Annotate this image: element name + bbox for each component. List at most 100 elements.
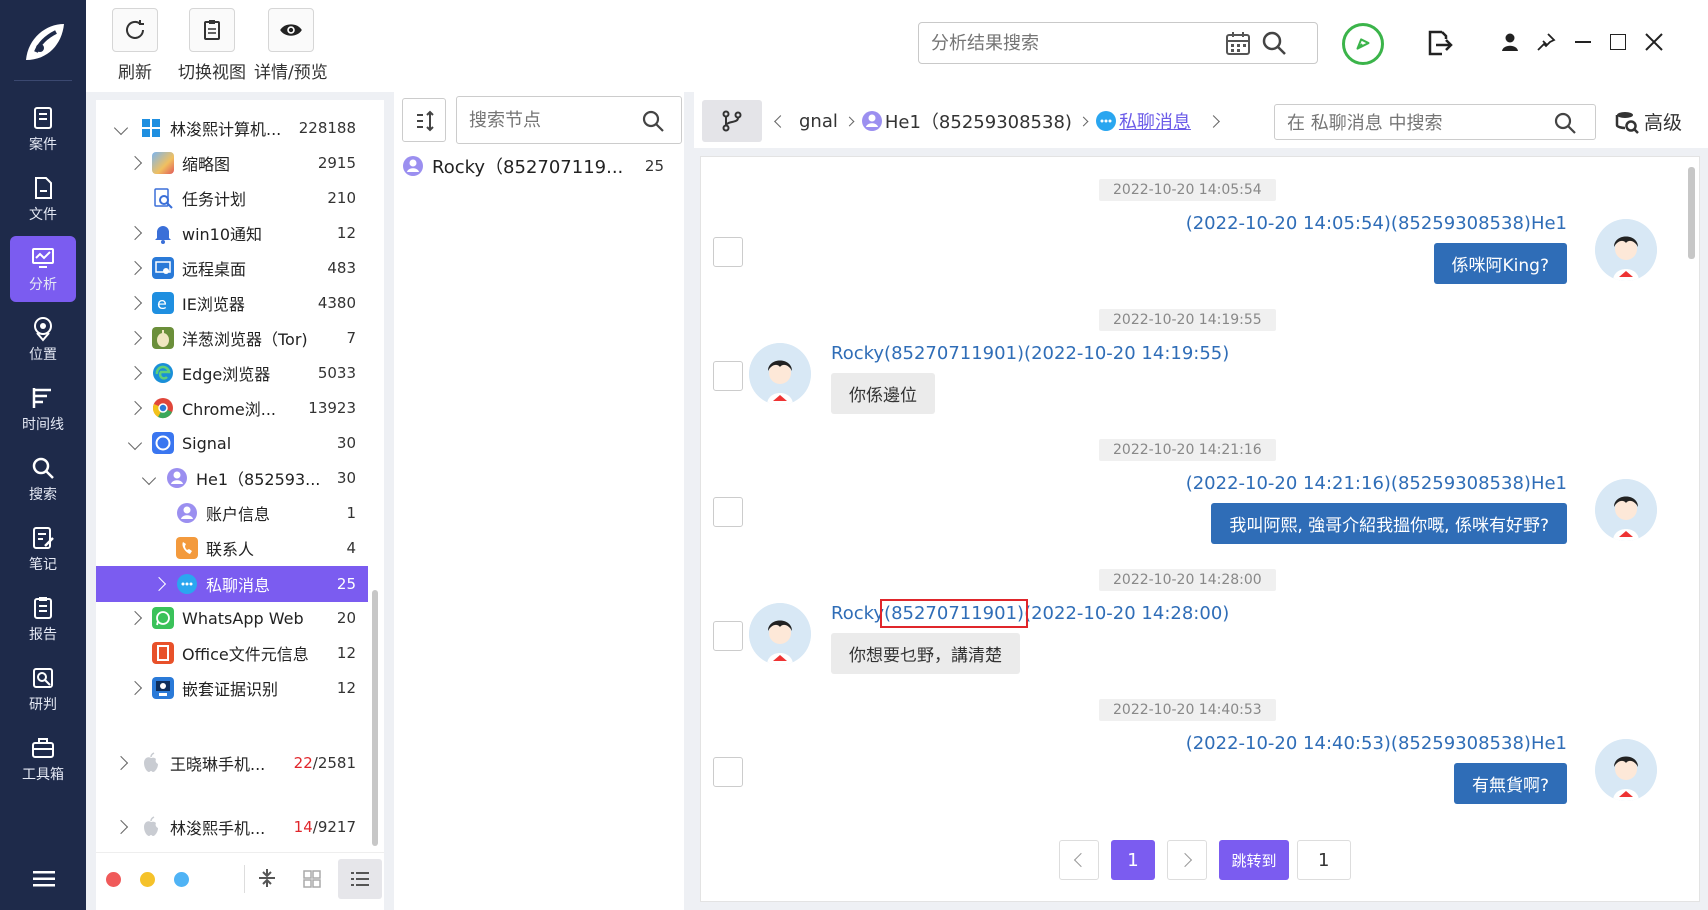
message-sender: (2022-10-20 14:05:54)(85259308538)He1: [1185, 213, 1567, 234]
message-search-input[interactable]: [1287, 111, 1537, 135]
breadcrumb-private-messages[interactable]: 私聊消息: [1119, 108, 1191, 134]
tree-label: Edge浏览器: [182, 365, 271, 384]
message-bubble-out: 有無貨啊?: [1453, 763, 1567, 804]
tree-item-account-info[interactable]: 账户信息 1: [176, 496, 356, 530]
nav-report[interactable]: 报告: [10, 586, 76, 652]
tree-count: 30: [336, 434, 356, 452]
export-icon[interactable]: [1424, 28, 1454, 58]
nav-case[interactable]: 案件: [10, 96, 76, 162]
nav-search[interactable]: 搜索: [10, 446, 76, 512]
details-label: 详情/预览: [254, 63, 328, 83]
edge-browser-icon: [153, 363, 173, 383]
search-icon: [32, 457, 54, 479]
analysis-search-box[interactable]: [918, 22, 1318, 64]
tree-root-computer[interactable]: 林浚熙计算机... 228188: [113, 111, 356, 145]
calendar-icon[interactable]: [1225, 31, 1251, 57]
sort-button[interactable]: [402, 98, 446, 142]
red-dot-icon[interactable]: [106, 872, 121, 887]
tree-scrollbar[interactable]: [372, 590, 378, 846]
nav-analysis[interactable]: 分析: [10, 236, 76, 302]
tree-item-ie[interactable]: e IE浏览器 4380: [127, 286, 356, 320]
message-checkbox[interactable]: [713, 621, 743, 651]
pager-current-page[interactable]: 1: [1111, 840, 1155, 880]
nav-file[interactable]: 文件: [10, 166, 76, 232]
breadcrumb-he1[interactable]: He1（85259308538): [885, 108, 1072, 134]
nav-judge[interactable]: 研判: [10, 656, 76, 722]
message-search-box[interactable]: [1274, 104, 1596, 140]
advanced-search-button[interactable]: 高级: [1614, 108, 1682, 135]
message-checkbox[interactable]: [713, 497, 743, 527]
maximize-icon[interactable]: [1610, 34, 1626, 50]
case-icon: [34, 107, 52, 129]
tree-item-he1-account[interactable]: He1（852593... 30: [141, 461, 356, 495]
yellow-dot-icon[interactable]: [140, 872, 155, 887]
tree-item-signal[interactable]: Signal 30: [127, 426, 356, 460]
pin-icon[interactable]: [1536, 32, 1556, 52]
tree-count: 210: [327, 189, 356, 207]
breadcrumb-back-icon[interactable]: [774, 114, 787, 128]
tree-label: 私聊消息: [206, 576, 271, 595]
node-item-rocky[interactable]: Rocky（852707119... 25: [402, 149, 664, 183]
tree-device-lin[interactable]: 林浚熙手机... 14/9217: [113, 810, 356, 844]
search-icon[interactable]: [1261, 30, 1287, 56]
breadcrumb-signal[interactable]: gnal: [799, 111, 838, 132]
message-checkbox[interactable]: [713, 361, 743, 391]
breadcrumb-forward-icon[interactable]: [1207, 114, 1220, 128]
tree-item-contacts[interactable]: 联系人 4: [176, 531, 356, 565]
search-icon[interactable]: [641, 109, 665, 133]
node-search-input[interactable]: [469, 108, 629, 132]
tree-count: 4380: [317, 294, 356, 312]
nav-note[interactable]: 笔记: [10, 516, 76, 582]
pager-jump-input[interactable]: 1: [1297, 840, 1351, 880]
message-checkbox[interactable]: [713, 237, 743, 267]
chat-bubble-icon: [177, 574, 197, 594]
chat-scrollbar[interactable]: [1688, 167, 1695, 259]
message-checkbox[interactable]: [713, 757, 743, 787]
tree-item-whatsapp[interactable]: WhatsApp Web 20: [127, 601, 356, 635]
tree-device-wang[interactable]: 王晓琳手机... 22/2581: [113, 746, 356, 780]
list-view-button[interactable]: [338, 859, 382, 899]
user-icon[interactable]: [1500, 32, 1520, 52]
tree-count: 483: [327, 259, 356, 277]
pager-prev-button[interactable]: [1059, 840, 1099, 880]
clipboard-icon: [204, 20, 220, 40]
nav-timeline[interactable]: 时间线: [10, 376, 76, 442]
switch-view-button[interactable]: 切换视图: [178, 8, 246, 83]
nav-location[interactable]: 位置: [10, 306, 76, 372]
chat-bubble-icon: [1095, 111, 1116, 131]
nested-evidence-icon: [152, 677, 174, 699]
chrome-icon: [153, 398, 173, 419]
nav-toolbox[interactable]: 工具箱: [10, 726, 76, 792]
tree-item-tasks[interactable]: 任务计划 210: [130, 181, 356, 215]
tree-item-chrome[interactable]: Chrome浏... 13923: [127, 391, 356, 425]
tree-item-edge[interactable]: Edge浏览器 5033: [127, 356, 356, 390]
search-icon[interactable]: [1553, 111, 1577, 135]
tree-item-nested-evidence[interactable]: 嵌套证据识别 12: [127, 671, 356, 705]
tree-item-private-messages[interactable]: 私聊消息 25: [151, 567, 356, 601]
pager-next-button[interactable]: [1167, 840, 1207, 880]
tree-count-total: /2581: [312, 754, 356, 772]
tree-item-remote-desktop[interactable]: 远程桌面 483: [127, 251, 356, 285]
refresh-button[interactable]: 刷新: [112, 8, 158, 83]
details-button[interactable]: 详情/预览: [254, 8, 328, 83]
tree-item-thumbnails[interactable]: 缩略图 2915: [127, 146, 356, 180]
blue-dot-icon[interactable]: [174, 872, 189, 887]
pager-jump-button[interactable]: 跳转到: [1219, 840, 1289, 880]
tree-item-tor[interactable]: 洋葱浏览器（Tor) 7: [127, 321, 356, 355]
branch-button[interactable]: [702, 100, 762, 142]
analysis-search-input[interactable]: [931, 31, 1231, 55]
status-ok-icon[interactable]: [1342, 23, 1384, 65]
collapse-all-icon[interactable]: [256, 867, 278, 889]
bell-icon: [155, 226, 171, 244]
grid-view-icon[interactable]: [302, 869, 322, 889]
close-icon[interactable]: [1644, 32, 1664, 52]
menu-icon[interactable]: [33, 870, 55, 888]
node-search-box[interactable]: [456, 96, 682, 144]
tree-item-win10-notify[interactable]: win10通知 12: [127, 216, 356, 250]
location-icon: [34, 317, 52, 342]
tree-item-office-meta[interactable]: Office文件元信息 12: [130, 636, 356, 670]
tree-label: 王晓琳手机...: [170, 755, 266, 774]
message-sender: (2022-10-20 14:21:16)(85259308538)He1: [1185, 473, 1567, 494]
minimize-icon[interactable]: [1575, 41, 1591, 43]
tree-panel: 林浚熙计算机... 228188 缩略图 2915 任务计划 210 win10…: [96, 100, 384, 910]
